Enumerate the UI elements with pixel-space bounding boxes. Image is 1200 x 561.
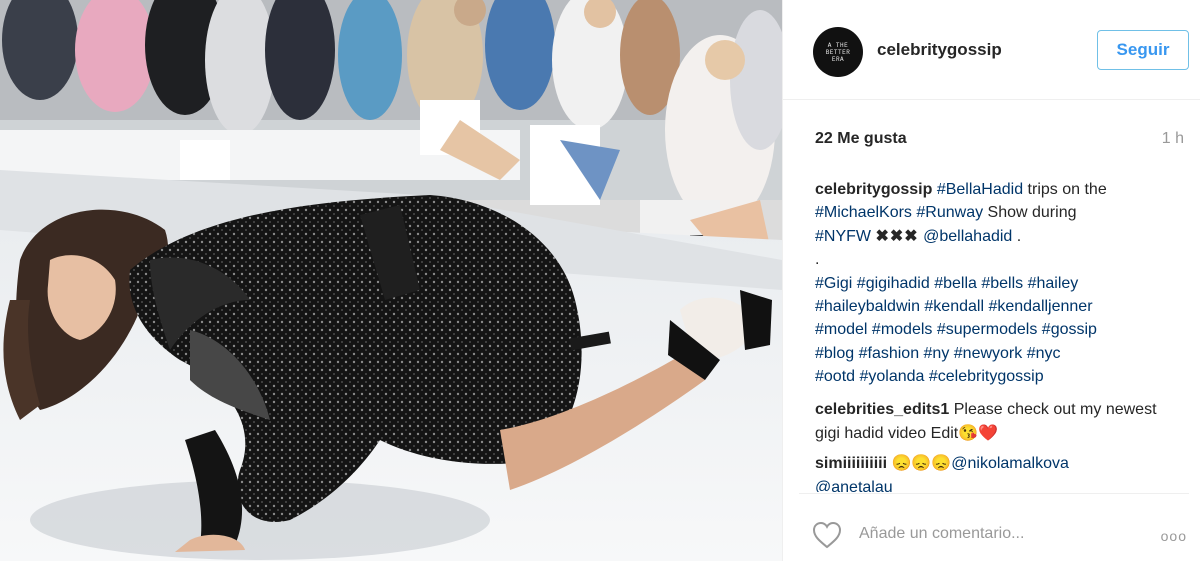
caption-text-3: . [1012,227,1022,245]
caption-line-2: #MichaelKors #Runway Show during [815,201,1185,224]
comment-username[interactable]: celebrities_edits1 [815,401,949,418]
cross-marks: ✖✖✖ [875,227,919,245]
hashtag-michaelkors[interactable]: #MichaelKors [815,204,912,221]
hashtag-line[interactable]: #blog #fashion #ny #newyork #nyc [815,342,1185,365]
hashtag-line[interactable]: #ootd #yolanda #celebritygossip [815,365,1185,388]
post-username[interactable]: celebritygossip [877,40,1002,60]
caption-line-3: #NYFW ✖✖✖ @bellahadid . [815,225,1185,248]
post-photo[interactable] [0,0,782,561]
hashtag-runway[interactable]: #Runway [916,204,983,221]
runway-fall-image [0,0,782,561]
mention-anetalau[interactable]: @anetalau [815,479,893,492]
avatar-logo-text: A THE BETTER ERA [825,41,851,63]
hashtag-line[interactable]: #Gigi #gigihadid #bella #bells #hailey [815,272,1185,295]
caption-username[interactable]: celebritygossip [815,181,932,198]
hashtag-line[interactable]: #model #models #supermodels #gossip [815,318,1185,341]
comment-item: simiiiiiiiiii 😞😞😞@nikolamalkova @anetala… [815,452,1185,492]
caption-text-2: Show during [983,204,1077,222]
hashtag-line[interactable]: #haileybaldwin #kendall #kendalljenner [815,295,1185,318]
mention-bellahadid[interactable]: @bellahadid [923,228,1012,245]
hashtag-nyfw[interactable]: #NYFW [815,228,871,245]
post-header: A THE BETTER ERA celebritygossip Seguir [783,0,1200,100]
hashtag-bellahadid[interactable]: #BellaHadid [937,181,1023,198]
post-side-panel: A THE BETTER ERA celebritygossip Seguir … [782,0,1200,561]
add-comment-bar: ooo [783,494,1200,561]
follow-button[interactable]: Seguir [1097,30,1189,70]
comment-username[interactable]: simiiiiiiiiii [815,455,887,472]
caption-line-1: celebritygossip #BellaHadid trips on the [815,178,1185,201]
comments-list: celebrities_edits1 Please check out my n… [815,398,1185,498]
caption-text-1: trips on the [1023,181,1107,198]
comment-emoji: 😞😞😞 [887,455,952,472]
avatar[interactable]: A THE BETTER ERA [813,27,863,77]
mention-nikolamalkova[interactable]: @nikolamalkova [951,455,1069,472]
post-timestamp: 1 h [1161,130,1184,147]
comment-input[interactable] [859,522,1139,546]
likes-count[interactable]: 22 Me gusta [815,130,907,148]
post-caption: celebritygossip #BellaHadid trips on the… [815,178,1185,389]
like-heart-icon[interactable] [811,520,843,550]
more-options-button[interactable]: ooo [1161,528,1187,544]
comment-item: celebrities_edits1 Please check out my n… [815,398,1185,446]
caption-dot-line: . [815,251,820,269]
